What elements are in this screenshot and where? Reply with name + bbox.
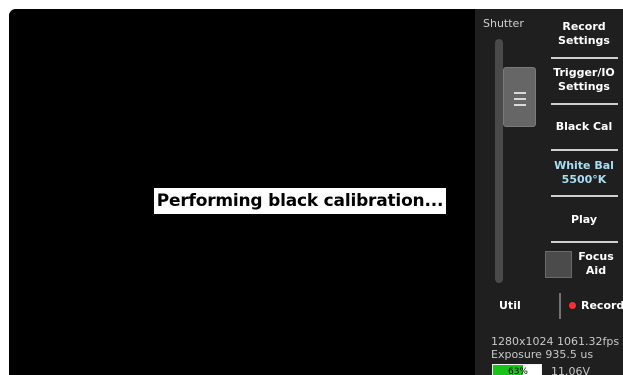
- camera-ui: Performing black calibration... Shutter …: [0, 0, 623, 375]
- white-bal-label-line-2: 5500°K: [561, 173, 607, 186]
- grip-line-icon: [514, 104, 526, 106]
- record-label: Record: [581, 299, 623, 312]
- play-button[interactable]: Play: [546, 213, 622, 227]
- menu-divider: [551, 57, 618, 59]
- button-separator: [559, 293, 561, 319]
- focus-aid-toggle[interactable]: [545, 251, 572, 278]
- grip-line-icon: [514, 92, 526, 94]
- battery-icon: 63%: [492, 364, 542, 375]
- grip-line-icon: [514, 98, 526, 100]
- white-bal-button[interactable]: White Bal 5500°K: [546, 159, 622, 187]
- black-cal-button[interactable]: Black Cal: [546, 120, 622, 134]
- menu-divider: [551, 103, 618, 105]
- trigger-io-label-line-2: Settings: [558, 80, 610, 93]
- record-settings-button[interactable]: Record Settings: [546, 20, 622, 48]
- menu-divider: [551, 241, 618, 243]
- trigger-io-label-line-1: Trigger/IO: [553, 66, 615, 79]
- white-bal-label-line-1: White Bal: [554, 159, 614, 172]
- exposure-text: Exposure 935.5 us: [491, 348, 594, 361]
- voltage-text: 11.06V: [551, 365, 591, 375]
- record-dot-icon: [569, 302, 576, 309]
- viewfinder: Performing black calibration...: [9, 9, 475, 375]
- util-button[interactable]: Util: [499, 299, 521, 313]
- calibration-message: Performing black calibration...: [154, 188, 446, 214]
- camera-screen: Performing black calibration... Shutter …: [9, 9, 623, 375]
- shutter-label: Shutter: [483, 17, 524, 30]
- focus-aid-label[interactable]: Focus Aid: [576, 250, 616, 278]
- control-panel: Shutter Record Settings Trigger/IO Setti…: [475, 9, 623, 375]
- menu-divider: [551, 195, 618, 197]
- trigger-io-settings-button[interactable]: Trigger/IO Settings: [546, 66, 622, 94]
- menu-divider: [551, 149, 618, 151]
- focus-aid-label-line-2: Aid: [585, 264, 607, 277]
- record-settings-label-line-2: Settings: [558, 34, 610, 47]
- shutter-slider-handle-icon[interactable]: [503, 67, 536, 127]
- resolution-fps-text: 1280x1024 1061.32fps: [491, 335, 620, 348]
- battery-percent: 63%: [507, 367, 528, 375]
- focus-aid-label-line-1: Focus: [578, 250, 614, 263]
- shutter-slider-track[interactable]: [495, 39, 536, 283]
- record-settings-label-line-1: Record: [562, 20, 606, 33]
